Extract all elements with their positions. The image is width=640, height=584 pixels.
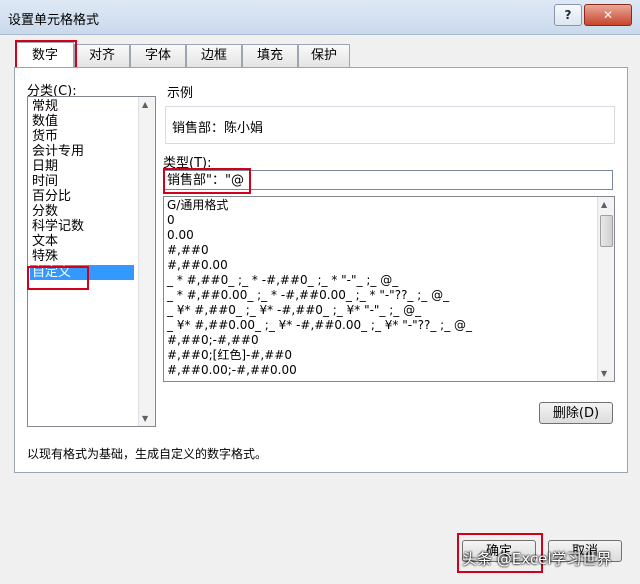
sample-box: 销售部：陈小娟 xyxy=(165,106,615,144)
category-list[interactable]: 常规 数值 货币 会计专用 日期 时间 百分比 分数 科学记数 文本 特殊 自定… xyxy=(27,96,156,427)
sample-value: 销售部：陈小娟 xyxy=(172,121,264,136)
sample-label: 示例 xyxy=(167,86,194,101)
type-label: 类型(T): xyxy=(163,156,212,171)
category-item-currency[interactable]: 货币 xyxy=(30,129,60,144)
category-item-scientific[interactable]: 科学记数 xyxy=(30,219,86,234)
delete-button[interactable]: 删除(D) xyxy=(539,402,613,424)
format-item[interactable]: #,##0;-#,##0 xyxy=(167,332,259,348)
tab-number[interactable]: 数字 xyxy=(16,42,74,68)
scroll-up-arrow-icon[interactable]: ▲ xyxy=(142,100,148,109)
tab-fill[interactable]: 填充 xyxy=(242,44,298,67)
number-panel: 分类(C): 常规 数值 货币 会计专用 日期 时间 百分比 分数 科学记数 文… xyxy=(14,67,628,473)
category-item-text[interactable]: 文本 xyxy=(30,234,60,249)
category-item-general[interactable]: 常规 xyxy=(30,99,60,114)
format-item[interactable]: #,##0;[红色]-#,##0 xyxy=(167,347,292,363)
tab-protection[interactable]: 保护 xyxy=(298,44,350,67)
format-scrollbar[interactable]: ▲ ▼ xyxy=(597,197,614,381)
format-item[interactable]: _ ¥* #,##0.00_ ;_ ¥* -#,##0.00_ ;_ ¥* "-… xyxy=(167,317,472,333)
scroll-down-arrow-icon[interactable]: ▼ xyxy=(601,369,607,378)
tab-border[interactable]: 边框 xyxy=(186,44,242,67)
tab-font[interactable]: 字体 xyxy=(130,44,186,67)
format-item[interactable]: #,##0.00 xyxy=(167,257,228,273)
format-item[interactable]: _ * #,##0.00_ ;_ * -#,##0.00_ ;_ * "-"??… xyxy=(167,287,449,303)
description-text: 以现有格式为基础，生成自定义的数字格式。 xyxy=(27,447,268,461)
format-item[interactable]: 0 xyxy=(167,212,175,228)
category-item-accounting[interactable]: 会计专用 xyxy=(30,144,86,159)
window-title: 设置单元格格式 xyxy=(8,13,100,28)
category-item-percentage[interactable]: 百分比 xyxy=(30,189,73,204)
scroll-down-arrow-icon[interactable]: ▼ xyxy=(142,414,148,423)
format-list[interactable]: G/通用格式 0 0.00 #,##0 #,##0.00 _ * #,##0_ … xyxy=(163,196,615,382)
category-item-custom[interactable]: 自定义 xyxy=(30,265,134,280)
category-item-fraction[interactable]: 分数 xyxy=(30,204,60,219)
category-item-date[interactable]: 日期 xyxy=(30,159,60,174)
scroll-thumb[interactable] xyxy=(600,215,613,247)
category-item-number[interactable]: 数值 xyxy=(30,114,60,129)
category-item-time[interactable]: 时间 xyxy=(30,174,60,189)
close-button[interactable]: ✕ xyxy=(584,4,632,26)
category-scrollbar[interactable]: ▲ ▼ xyxy=(138,97,155,426)
watermark-text: 头条 @Excel学习世界 xyxy=(462,550,612,568)
scroll-up-arrow-icon[interactable]: ▲ xyxy=(601,200,607,209)
title-bar: 设置单元格格式 ? ✕ xyxy=(0,0,640,35)
format-item[interactable]: _ ¥* #,##0_ ;_ ¥* -#,##0_ ;_ ¥* "-"_ ;_ … xyxy=(167,302,421,318)
category-item-special[interactable]: 特殊 xyxy=(30,249,60,264)
format-item[interactable]: #,##0 xyxy=(167,242,209,258)
tab-alignment[interactable]: 对齐 xyxy=(74,44,130,67)
help-button[interactable]: ? xyxy=(554,4,582,26)
format-item[interactable]: _ * #,##0_ ;_ * -#,##0_ ;_ * "-"_ ;_ @_ xyxy=(167,272,398,288)
type-input[interactable]: 销售部"："@ xyxy=(163,170,613,190)
format-item[interactable]: 0.00 xyxy=(167,227,194,243)
format-item[interactable]: G/通用格式 xyxy=(167,197,228,213)
format-item[interactable]: #,##0.00;-#,##0.00 xyxy=(167,362,297,378)
